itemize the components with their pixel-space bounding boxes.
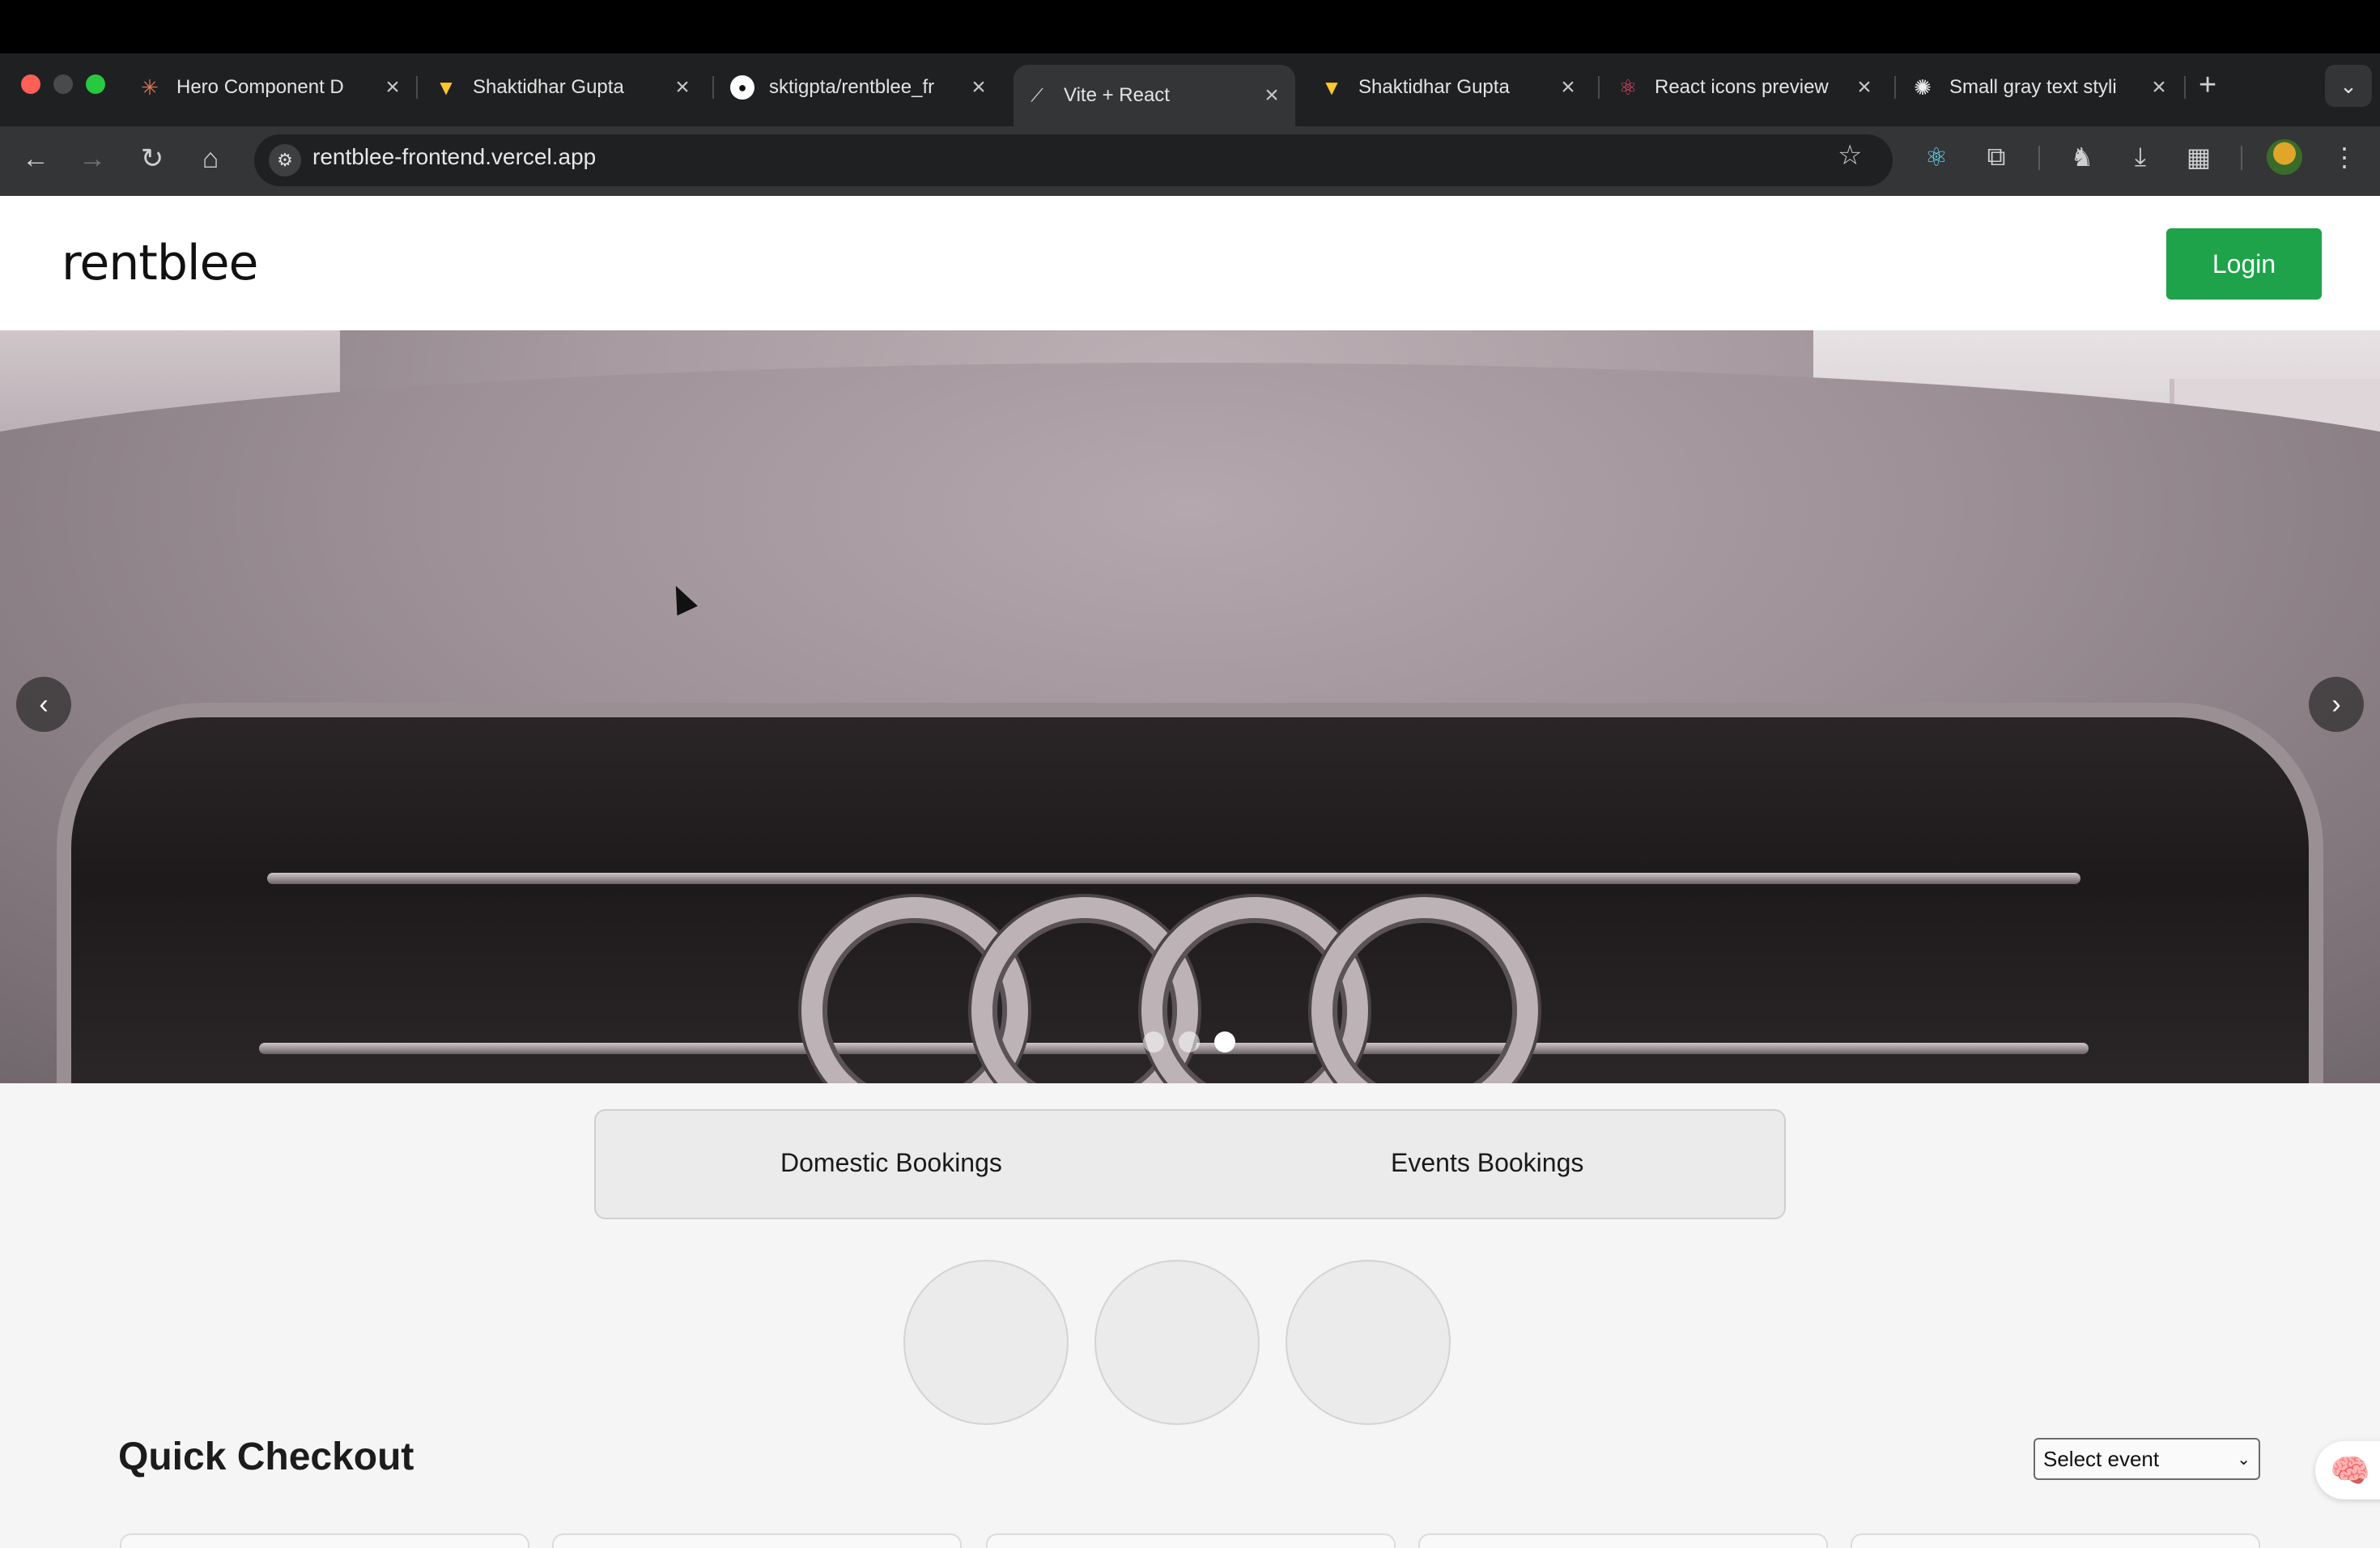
close-tab-icon[interactable]: × [380,74,405,101]
tab-search-button[interactable]: ⌄ [2325,65,2372,107]
new-tab-button[interactable]: + [2199,68,2216,103]
tab-domestic-bookings[interactable]: Domestic Bookings [780,1148,1002,1178]
close-tab-icon[interactable]: × [2147,74,2171,101]
tab-separator [1894,76,1896,99]
browser-tab[interactable]: ✳ Hero Component D × [138,65,405,110]
profile-avatar[interactable] [2267,139,2302,175]
react-devtools-icon[interactable]: ⚛ [1919,139,1954,175]
qr-grid-icon[interactable]: ▦ [2181,139,2216,175]
claude-icon: ✳ [141,74,159,100]
assistant-brain-button[interactable]: 🧠 [2315,1441,2380,1499]
checkout-card[interactable] [120,1533,529,1548]
carousel-prev-button[interactable]: ‹ [16,677,71,732]
tab-separator [712,76,714,99]
checkout-card[interactable] [1851,1533,2260,1548]
tab-title: Hero Component D [176,76,344,98]
tab-title: Shaktidhar Gupta [473,76,624,98]
arrow-right-icon: → [79,142,106,174]
grille-bar [267,873,2080,884]
toolbar-separator [2038,146,2040,170]
category-circle-placeholder[interactable] [1094,1260,1260,1425]
tab-events-bookings[interactable]: Events Bookings [1391,1148,1583,1178]
browser-tab-active[interactable]: ⟋ Vite + React × [1014,65,1295,126]
select-event-dropdown[interactable]: Select event ⌄ [2034,1438,2260,1480]
home-icon: ⌂ [202,142,219,174]
url-text[interactable]: rentblee-frontend.vercel.app [312,144,596,170]
home-button[interactable]: ⌂ [193,141,228,176]
close-tab-icon[interactable]: × [967,74,991,101]
minimize-window-button[interactable] [53,74,73,94]
brain-icon: 🧠 [2330,1452,2370,1489]
tab-separator [1598,76,1600,99]
browser-tab[interactable]: ✺ Small gray text styli × [1910,65,2171,110]
incognito-icon[interactable]: ♞ [2064,139,2100,175]
browser-tab[interactable]: ● sktigpta/rentblee_fr × [730,65,991,110]
select-event-value: Select event [2043,1446,2160,1471]
close-tab-icon[interactable]: × [670,74,695,101]
site-info-icon[interactable]: ⚙ [269,144,301,176]
reload-icon: ↻ [140,143,164,174]
maximize-window-button[interactable] [86,74,105,94]
booking-type-panel [594,1109,1786,1219]
more-menu-icon[interactable]: ⋮ [2327,139,2362,175]
trend-icon: ⟋ [1031,85,1043,105]
reload-button[interactable]: ↻ [134,141,170,176]
browser-tab[interactable]: ▼ Shaktidhar Gupta × [1320,65,1580,110]
vite-icon: ▼ [436,74,457,100]
carousel-dot[interactable] [1143,1031,1164,1053]
hero-carousel [0,330,2380,1083]
close-tab-icon[interactable]: × [1556,74,1580,101]
browser-tab[interactable]: ▼ Shaktidhar Gupta × [434,65,695,110]
quick-checkout-title: Quick Checkout [118,1435,414,1478]
tab-title: Shaktidhar Gupta [1358,76,1510,98]
tab-title: React icons preview [1655,76,1829,98]
tab-title: sktigpta/rentblee_fr [769,76,935,98]
react-icon: ⚛ [1618,74,1638,100]
extensions-icon[interactable]: ⧉ [1978,139,2014,175]
close-tab-icon[interactable]: × [1260,82,1284,109]
macos-menu-strip [0,0,2380,53]
chevron-down-icon: ⌄ [2237,1450,2250,1469]
vite-icon: ▼ [1321,74,1342,100]
tab-separator [416,76,418,99]
carousel-dots [1143,1031,1235,1053]
tab-title: Vite + React [1064,84,1170,106]
carousel-dot-active[interactable] [1214,1031,1235,1053]
chevron-down-icon: ⌄ [2340,73,2357,98]
bookmark-star-icon[interactable]: ☆ [1838,139,1862,172]
carousel-next-button[interactable]: › [2309,677,2364,732]
arrow-left-icon: ← [22,142,49,174]
tab-separator [2184,76,2186,99]
back-button[interactable]: ← [18,141,53,176]
checkout-card[interactable] [1418,1533,1828,1548]
github-icon: ● [730,75,754,100]
browser-tab[interactable]: ⚛ React icons preview × [1616,65,1876,110]
login-button[interactable]: Login [2166,228,2322,300]
carousel-dot[interactable] [1179,1031,1200,1053]
download-icon[interactable]: ⤓ [2123,139,2158,175]
category-circle-placeholder[interactable] [1286,1260,1451,1425]
forward-button[interactable]: → [74,141,110,176]
tab-title: Small gray text styli [1949,76,2117,98]
rentblee-logo[interactable]: rentblee [62,235,258,291]
close-tab-icon[interactable]: × [1852,74,1876,101]
site-header [0,196,2380,330]
toolbar-separator [2241,146,2242,170]
close-window-button[interactable] [21,74,40,94]
openai-icon: ✺ [1914,74,1932,100]
checkout-card[interactable] [552,1533,962,1548]
category-circle-placeholder[interactable] [903,1260,1069,1425]
checkout-card[interactable] [986,1533,1396,1548]
